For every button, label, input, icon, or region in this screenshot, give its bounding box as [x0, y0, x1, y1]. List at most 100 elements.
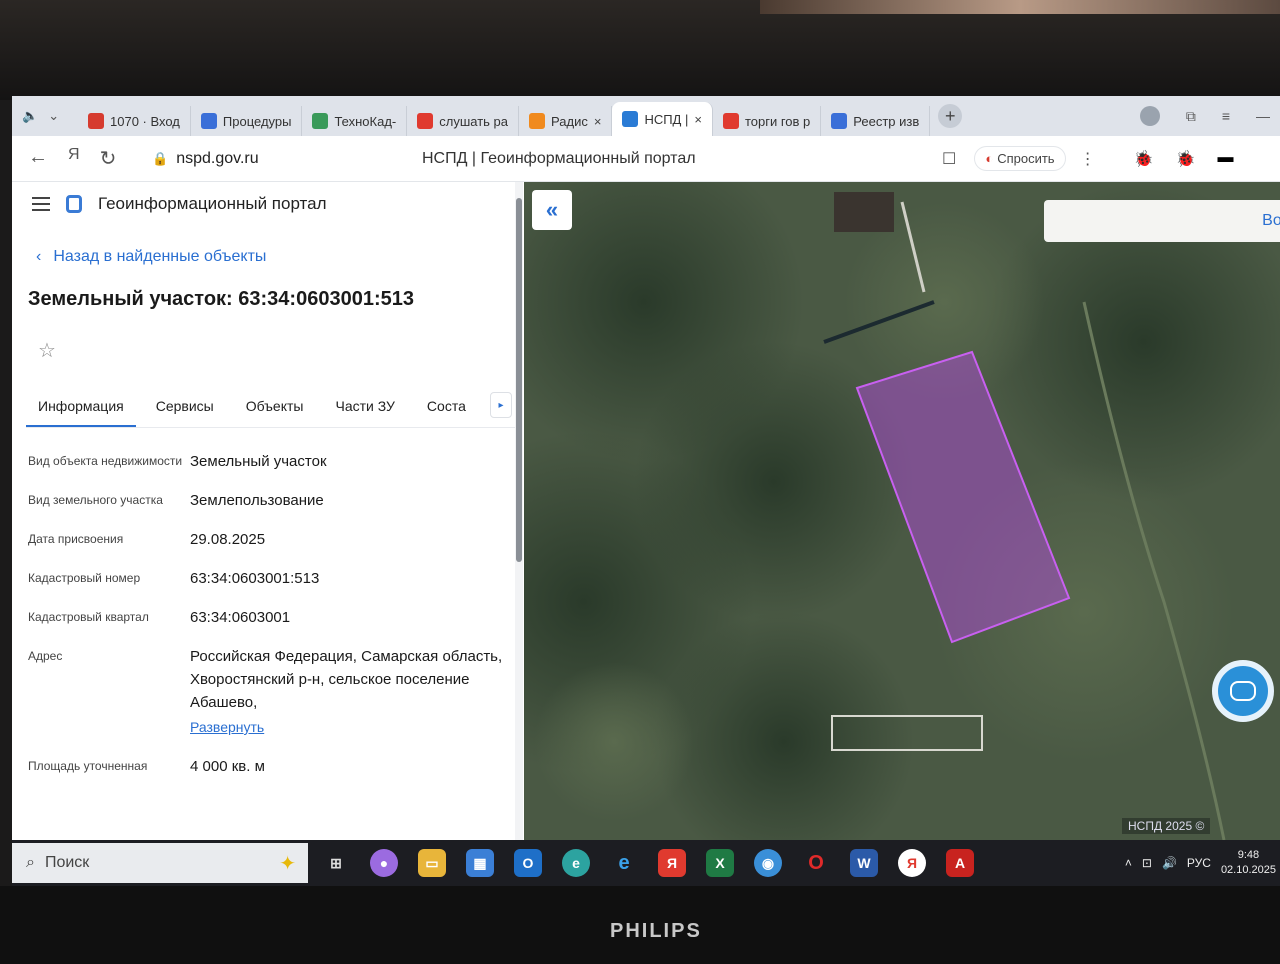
- store-icon[interactable]: ▦: [466, 849, 494, 877]
- search-icon: ⌕: [26, 854, 35, 871]
- info-value: 29.08.2025: [190, 528, 508, 551]
- panel-tab[interactable]: Части ЗУ: [323, 392, 406, 427]
- opera-icon[interactable]: O: [802, 849, 830, 877]
- info-value: Земельный участок: [190, 450, 508, 473]
- acrobat-icon[interactable]: A: [946, 849, 974, 877]
- new-tab-button[interactable]: +: [938, 104, 963, 128]
- photo-background: [0, 0, 1280, 100]
- tab-label: Процедуры: [222, 113, 292, 129]
- panel-tab[interactable]: Объекты: [234, 392, 316, 427]
- nspd-icon: [622, 111, 639, 127]
- collapse-panel-button[interactable]: «: [532, 190, 572, 230]
- info-label: Площадь уточненная: [28, 759, 148, 773]
- excel-icon[interactable]: X: [706, 849, 734, 877]
- lock-icon: 🔒: [152, 150, 169, 166]
- info-value: Российская Федерация, Самарская область,…: [190, 645, 508, 739]
- search-placeholder: Поиск: [44, 854, 90, 871]
- hamburger-menu-icon[interactable]: [32, 197, 50, 211]
- alice-icon[interactable]: ●: [370, 849, 398, 877]
- browser-tab[interactable]: торги гов р: [713, 106, 822, 136]
- pinned-apps: ⊞ ● ▭ ▦ O e e Я X ◉ O W Я A: [322, 849, 974, 877]
- info-value-text: 63:34:0603001: [190, 609, 291, 626]
- collections-icon[interactable]: ⧉: [1186, 108, 1196, 125]
- browser-tab[interactable]: Процедуры: [191, 106, 303, 136]
- back-to-results-link[interactable]: ‹ Назад в найденные объекты: [36, 248, 266, 266]
- yandex-icon: [722, 113, 739, 129]
- info-value: 63:34:0603001:513: [190, 567, 508, 590]
- scrollbar-thumb[interactable]: [516, 198, 522, 562]
- portal-header: Геоинформационный портал: [32, 194, 327, 214]
- file-explorer-icon[interactable]: ▭: [418, 849, 446, 877]
- shield-icon: [831, 113, 848, 129]
- back-arrow-icon[interactable]: ←: [28, 146, 48, 171]
- window-controls: ⧉ ≡ —: [1139, 106, 1280, 126]
- browser-tab[interactable]: Реестр изв: [821, 106, 931, 136]
- network-icon[interactable]: ⊡: [1142, 856, 1152, 870]
- url-field[interactable]: 🔒 nspd.gov.ru: [152, 150, 422, 168]
- taskbar-search[interactable]: ⌕ Поиск ✦: [12, 843, 308, 883]
- close-tab-icon[interactable]: ×: [694, 112, 702, 127]
- browser-tab[interactable]: НСПД | ×: [612, 102, 713, 136]
- expand-address-link[interactable]: Развернуть: [190, 716, 508, 739]
- yandex-icon[interactable]: Я: [68, 146, 80, 171]
- monitor-brand: PHILIPS: [610, 920, 702, 942]
- tab-controls[interactable]: 🔈 ⌄: [14, 101, 78, 131]
- info-label: Адрес: [28, 649, 63, 663]
- info-label: Кадастровый квартал: [28, 610, 149, 624]
- back-link-label: Назад в найденные объекты: [53, 248, 267, 265]
- panel-tab[interactable]: Сервисы: [144, 392, 226, 427]
- language-indicator[interactable]: РУС: [1187, 856, 1211, 870]
- login-button[interactable]: Войт: [1044, 200, 1280, 242]
- portal-name: Геоинформационный портал: [98, 194, 327, 213]
- minimize-icon[interactable]: —: [1256, 108, 1270, 124]
- info-value: 63:34:0603001: [190, 606, 508, 629]
- tab-label: Реестр изв: [853, 113, 920, 129]
- panel-scrollbar[interactable]: [515, 182, 523, 840]
- browser-tab[interactable]: ТехноКад-: [302, 106, 408, 136]
- ask-button[interactable]: ◐ Спросить: [974, 146, 1066, 171]
- profile-icon[interactable]: [1139, 106, 1160, 126]
- globe-icon: [200, 113, 217, 129]
- sparkle-icon: ✦: [279, 852, 296, 875]
- browser-tab[interactable]: слушать ра: [407, 106, 520, 136]
- play-icon: [529, 113, 546, 129]
- bookmark-icon[interactable]: ☐: [942, 149, 956, 169]
- favorite-star-icon[interactable]: ☆: [38, 338, 56, 363]
- chevron-up-icon[interactable]: ˄: [1125, 856, 1132, 870]
- extension-icon[interactable]: 🐞: [1176, 149, 1196, 169]
- word-icon[interactable]: W: [850, 849, 878, 877]
- reload-icon[interactable]: ↻: [100, 146, 117, 171]
- volume-icon[interactable]: 🔊: [1162, 856, 1177, 870]
- chat-button[interactable]: [1212, 660, 1274, 722]
- chrome-icon[interactable]: ◉: [754, 849, 782, 877]
- chat-icon: [1230, 681, 1256, 701]
- menu-icon[interactable]: ≡: [1222, 108, 1230, 124]
- ask-label: Спросить: [997, 151, 1055, 166]
- browser-tab[interactable]: Радис ×: [519, 106, 613, 136]
- yandex-app-icon[interactable]: Я: [898, 849, 926, 877]
- system-tray: ˄ ⊡ 🔊 РУС 9:48 02.10.2025: [1125, 848, 1280, 878]
- outlook-icon[interactable]: O: [514, 849, 542, 877]
- close-tab-icon[interactable]: ×: [594, 114, 602, 129]
- info-row: Кадастровый номер 63:34:0603001:513: [28, 567, 508, 590]
- map-imagery: [524, 182, 1280, 840]
- panel-tab[interactable]: Соста: [415, 392, 478, 427]
- info-row: Вид объекта недвижимости Земельный участо…: [28, 450, 508, 473]
- extension-icon[interactable]: ▬: [1217, 149, 1233, 169]
- satellite-map[interactable]: « Войт НСПД 2025 ©: [524, 182, 1280, 840]
- edge-icon[interactable]: e: [562, 849, 590, 877]
- clock[interactable]: 9:48 02.10.2025: [1221, 848, 1276, 878]
- task-view-icon[interactable]: ⊞: [322, 849, 350, 877]
- more-icon[interactable]: ⋮: [1080, 149, 1096, 169]
- speaker-icon[interactable]: 🔈: [22, 108, 38, 124]
- browser-tab[interactable]: 1070 · Вход: [78, 106, 191, 136]
- extension-icon[interactable]: 🐞: [1134, 149, 1154, 169]
- mail-icon: [88, 113, 104, 129]
- tabs-scroll-right-icon[interactable]: ▸: [490, 392, 512, 418]
- clock-date: 02.10.2025: [1220, 864, 1276, 876]
- panel-tab[interactable]: Информация: [26, 392, 136, 427]
- ie-icon[interactable]: e: [610, 849, 638, 877]
- yandex-browser-icon[interactable]: Я: [658, 849, 686, 877]
- chevron-down-icon[interactable]: ⌄: [48, 108, 59, 124]
- tab-label: НСПД |: [644, 111, 689, 127]
